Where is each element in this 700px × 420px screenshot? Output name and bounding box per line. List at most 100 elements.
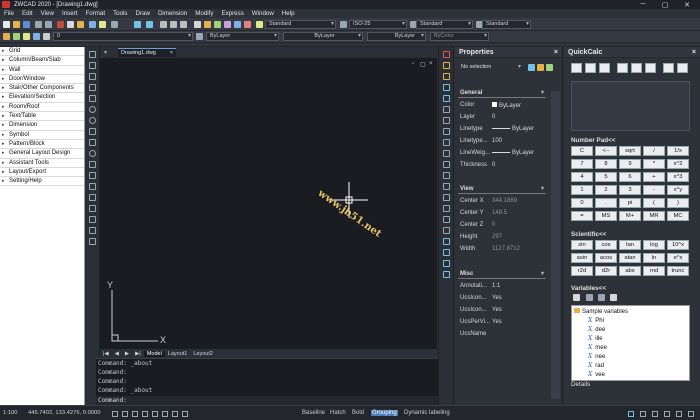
menu-tools[interactable]: Tools — [109, 10, 131, 17]
spline-icon[interactable] — [89, 139, 96, 146]
scale-readout[interactable]: 1:100 — [3, 410, 18, 416]
explode-icon[interactable] — [443, 216, 450, 223]
table-icon[interactable] — [89, 238, 96, 245]
scientific-key[interactable]: r2d — [571, 266, 593, 276]
pan-icon[interactable] — [111, 21, 118, 28]
number-pad-key[interactable]: / — [643, 146, 665, 156]
mode-baseline[interactable]: Baseline — [302, 410, 325, 416]
otrack-toggle-icon[interactable] — [162, 411, 168, 417]
number-pad-key[interactable]: C — [571, 146, 593, 156]
prop-color-value[interactable]: ByLayer — [492, 102, 521, 109]
tab-menu-icon[interactable]: ▾ — [104, 49, 107, 56]
brush-icon[interactable] — [99, 21, 106, 28]
toggle-pickadd-icon[interactable] — [528, 64, 535, 71]
menu-column-beam-slab[interactable]: ▸ Column/Beam/Slab — [0, 56, 84, 66]
circle-icon[interactable] — [89, 117, 96, 124]
menu-elevation-section[interactable]: ▸ Elevation/Section — [0, 93, 84, 103]
prop-value[interactable]: Yes — [492, 307, 502, 313]
join-icon[interactable] — [443, 183, 450, 190]
match-properties-icon[interactable] — [89, 21, 96, 28]
number-pad-key[interactable]: 1/x — [667, 146, 689, 156]
tab-layout1[interactable]: Layout1 — [165, 351, 191, 357]
construction-line-icon[interactable] — [89, 62, 96, 69]
break-icon[interactable] — [443, 172, 450, 179]
section-view[interactable]: View — [458, 185, 546, 194]
scientific-key[interactable]: atan — [619, 253, 641, 263]
properties-scrollbar[interactable] — [551, 91, 560, 399]
rotate-icon[interactable] — [443, 117, 450, 124]
new-variable-icon[interactable] — [573, 294, 580, 301]
sheet-set-icon[interactable] — [224, 21, 231, 28]
snap-toggle-icon[interactable] — [112, 411, 118, 417]
menu-format[interactable]: Format — [81, 10, 109, 17]
layer-dropdown[interactable]: 0 — [53, 32, 193, 41]
osnap-icon[interactable] — [443, 238, 450, 245]
section-misc[interactable]: Misc — [458, 270, 546, 279]
prop-value[interactable]: Yes — [492, 295, 502, 301]
close-window-button[interactable]: ✕ — [676, 0, 698, 9]
number-pad-key[interactable]: sqrt — [619, 146, 641, 156]
minimize-button[interactable]: ─ — [632, 0, 654, 9]
print-preview-icon[interactable] — [45, 21, 52, 28]
polyline-icon[interactable] — [89, 73, 96, 80]
redo-icon[interactable] — [146, 21, 153, 28]
scientific-key[interactable]: log — [643, 240, 665, 250]
menu-door-window[interactable]: ▸ Door/Window — [0, 75, 84, 85]
menu-wall[interactable]: ▸ Wall — [0, 66, 84, 75]
section-general[interactable]: General — [458, 89, 546, 98]
number-pad-key[interactable]: 6 — [619, 172, 641, 182]
scientific-key[interactable]: asin — [571, 253, 593, 263]
scientific-key[interactable]: e^x — [667, 253, 689, 263]
number-pad-key[interactable]: 0 — [571, 198, 593, 208]
layout-next-button[interactable]: ▶ — [122, 351, 132, 357]
layer-manager-icon[interactable] — [3, 33, 10, 40]
scientific-key[interactable]: tan — [619, 240, 641, 250]
close-properties-icon[interactable]: × — [554, 47, 558, 58]
make-block-icon[interactable] — [89, 183, 96, 190]
number-pad-key[interactable]: - — [643, 185, 665, 195]
number-pad-key[interactable]: x^2 — [667, 159, 689, 169]
variable-item[interactable]: Xvee — [588, 371, 605, 378]
menu-file[interactable]: File — [0, 10, 18, 17]
number-pad-key[interactable]: + — [643, 172, 665, 182]
scientific-key[interactable]: ln — [643, 253, 665, 263]
menu-dimension[interactable]: Dimension — [154, 10, 191, 17]
drawing-canvas[interactable]: ▫ ▢ × Y X — [100, 58, 437, 349]
insert-block-icon[interactable] — [89, 172, 96, 179]
grid-toggle-icon[interactable] — [122, 411, 128, 417]
variables-title[interactable]: Variables<< — [571, 285, 606, 292]
paste-to-command-icon[interactable] — [599, 63, 610, 73]
hardware-acceleration-icon[interactable] — [664, 411, 670, 417]
otrack-icon[interactable] — [443, 260, 450, 267]
close-tab-icon[interactable]: × — [170, 49, 173, 57]
prop-value[interactable]: 1:1 — [492, 283, 500, 289]
scientific-key[interactable]: abs — [619, 266, 641, 276]
arc-icon[interactable] — [89, 106, 96, 113]
clear-history-icon[interactable] — [585, 63, 596, 73]
lineweight-dropdown[interactable]: ByLayer — [367, 32, 426, 41]
quick-select-icon[interactable] — [546, 64, 553, 71]
number-pad-key[interactable]: M+ — [619, 211, 641, 221]
chamfer-icon[interactable] — [443, 194, 450, 201]
variable-item[interactable]: Xrad — [588, 362, 604, 369]
extend-icon[interactable] — [443, 161, 450, 168]
intersection-icon[interactable] — [663, 63, 674, 73]
menu-view[interactable]: View — [37, 10, 58, 17]
lwt-toggle-icon[interactable] — [172, 411, 178, 417]
tab-drawing1[interactable]: Drawing1.dwg × — [118, 48, 176, 57]
save-icon[interactable] — [23, 21, 30, 28]
mode-bold[interactable]: Bold — [352, 410, 364, 416]
osnap-toggle-icon[interactable] — [152, 411, 158, 417]
menu-dimension-tree[interactable]: ▸ Dimension — [0, 121, 84, 131]
variable-item[interactable]: Xdee — [588, 326, 605, 333]
menu-text-table[interactable]: ▸ Text/Table — [0, 112, 84, 122]
number-pad-key[interactable]: MC — [667, 211, 689, 221]
maximize-button[interactable]: ▢ — [654, 0, 676, 9]
number-pad-key[interactable]: 2 — [595, 185, 617, 195]
menu-window[interactable]: Window — [248, 10, 278, 17]
customize-icon[interactable] — [688, 411, 694, 417]
variable-item[interactable]: Xnee — [588, 353, 605, 360]
number-pad-key[interactable]: = — [571, 211, 593, 221]
number-pad-key[interactable]: ) — [667, 198, 689, 208]
mode-dynamic-labeling[interactable]: Dynamic labeling — [404, 410, 450, 416]
